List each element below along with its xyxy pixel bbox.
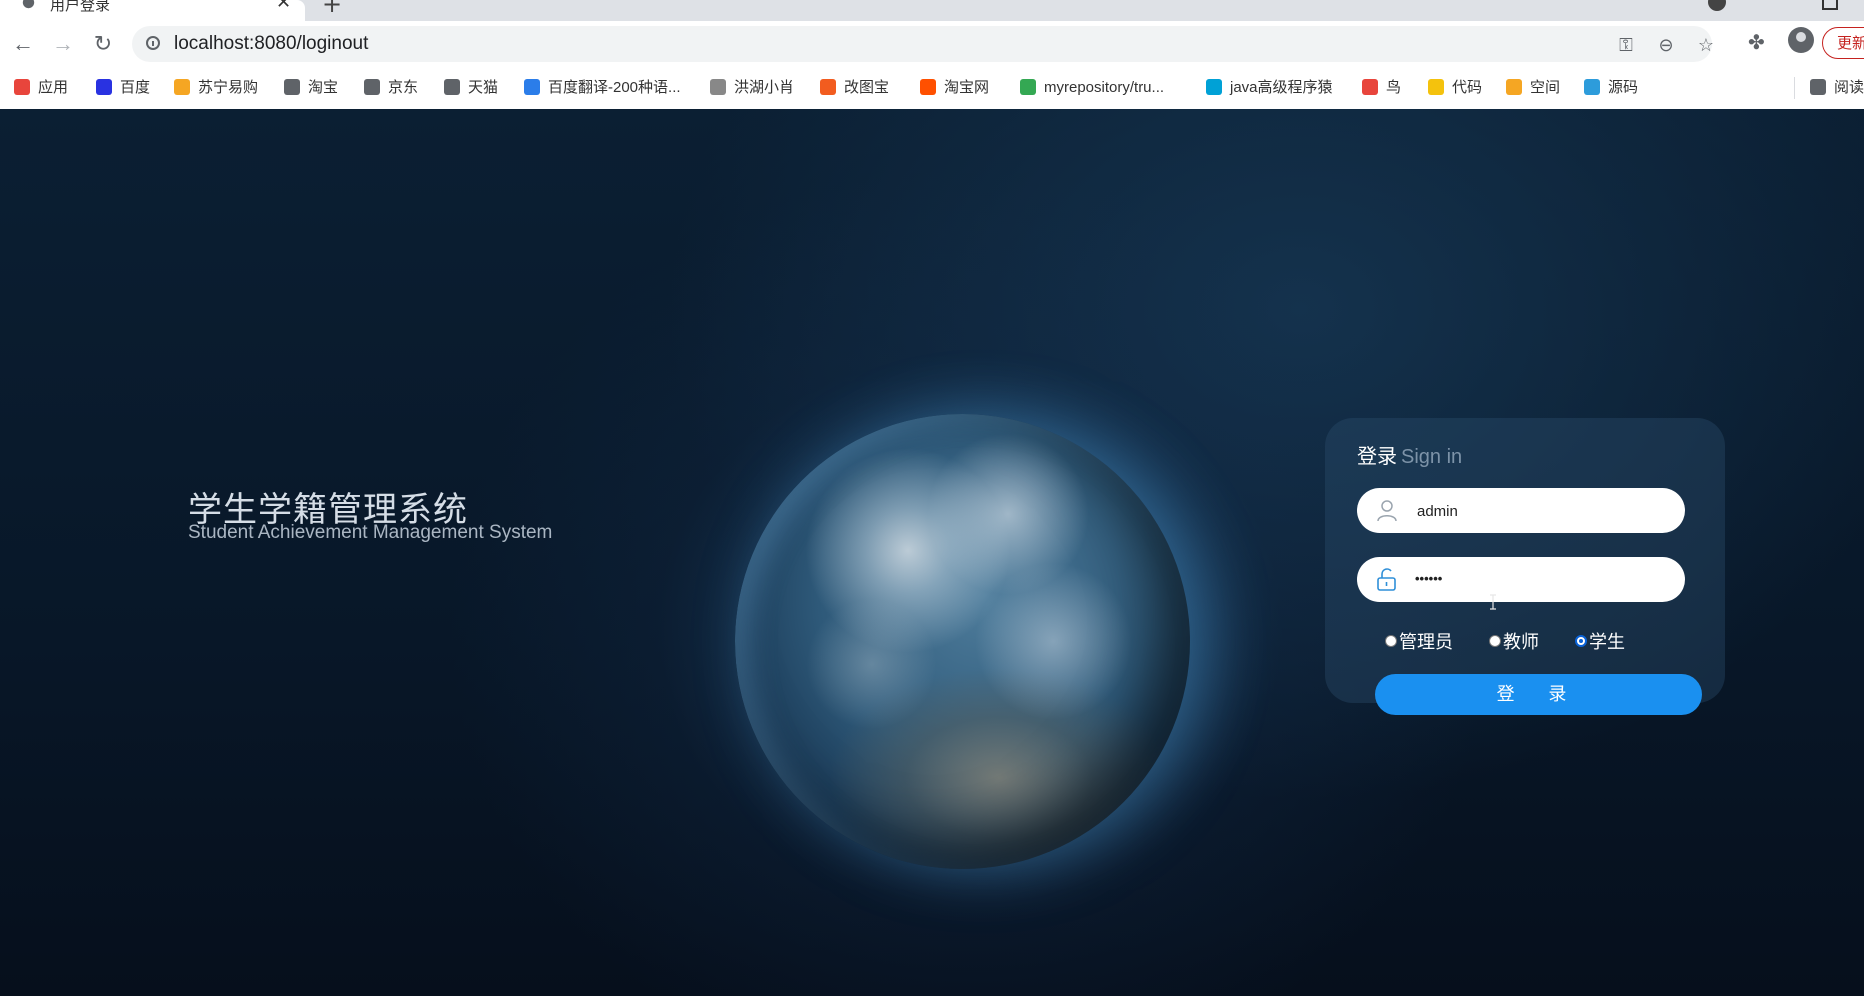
bookmark-taobao[interactable]: 淘宝	[284, 77, 338, 99]
login-button[interactable]: 登 录	[1375, 674, 1702, 715]
baidu-paw-icon	[96, 79, 112, 95]
browser-toolbar: ← → ↻ localhost:8080/loginout ⚿ ⊖ ☆ ✤ 更新	[0, 21, 1864, 67]
bookmark-jd[interactable]: 京东	[364, 77, 418, 99]
bookmark-taobao-net[interactable]: 淘宝网	[920, 77, 989, 99]
radio-teacher[interactable]	[1489, 635, 1501, 647]
lock-icon	[1377, 568, 1396, 591]
profile-avatar[interactable]	[1788, 27, 1814, 53]
bookmark-suning[interactable]: 苏宁易购	[174, 77, 258, 99]
bookmarks-bar: 应用 百度 苏宁易购 淘宝 京东 天猫 百度翻译-200种语... 洪湖小肖 改…	[0, 67, 1864, 110]
code-icon	[1428, 79, 1444, 95]
bookmark-bird[interactable]: 鸟	[1362, 77, 1401, 99]
new-tab-icon[interactable]: +	[322, 0, 342, 18]
chrome-icon	[1020, 79, 1036, 95]
reading-list[interactable]: 阅读	[1810, 77, 1864, 99]
password-input[interactable]: ••••••	[1415, 565, 1665, 593]
login-heading: 登录 Sign in	[1357, 444, 1463, 468]
browser-tab[interactable]: 用户登录 ✕	[0, 0, 305, 21]
apps-grid-icon	[14, 79, 30, 95]
bookmark-apps[interactable]: 应用	[14, 77, 68, 99]
bookmark-myrepository[interactable]: myrepository/tru...	[1020, 77, 1164, 99]
download-icon[interactable]	[1708, 0, 1726, 11]
login-panel: 登录Sign in •••••• 管理员 教师 学生	[1325, 418, 1725, 703]
user-icon	[1377, 500, 1397, 522]
role-teacher[interactable]: 教师	[1489, 628, 1539, 654]
globe-icon	[444, 79, 460, 95]
radio-student[interactable]	[1575, 635, 1587, 647]
username-field[interactable]	[1357, 488, 1685, 533]
restore-window-icon[interactable]	[1822, 0, 1838, 10]
docker-icon	[1584, 79, 1600, 95]
bookmark-java[interactable]: java高级程序猿	[1206, 77, 1333, 99]
text-cursor-icon	[1490, 594, 1496, 610]
system-subtitle: Student Achievement Management System	[188, 522, 553, 543]
globe-icon	[22, 0, 35, 9]
reload-icon[interactable]: ↻	[90, 31, 116, 57]
bird-icon	[1362, 79, 1378, 95]
update-button[interactable]: 更新	[1822, 27, 1864, 59]
bookmark-code[interactable]: 代码	[1428, 77, 1482, 99]
bookmark-separator	[1794, 77, 1795, 99]
role-student[interactable]: 学生	[1575, 628, 1625, 654]
username-input[interactable]	[1415, 496, 1669, 526]
site-info-icon[interactable]	[146, 36, 160, 50]
tab-strip: 用户登录 ✕ +	[0, 0, 1864, 21]
taobao-icon	[920, 79, 936, 95]
back-icon[interactable]: ←	[10, 31, 36, 57]
translate-icon	[524, 79, 540, 95]
bookmark-baidu-translate[interactable]: 百度翻译-200种语...	[524, 77, 681, 99]
suning-icon	[174, 79, 190, 95]
space-icon	[1506, 79, 1522, 95]
bookmark-tmall[interactable]: 天猫	[444, 77, 498, 99]
bookmark-honghu[interactable]: 洪湖小肖	[710, 77, 794, 99]
role-admin[interactable]: 管理员	[1385, 628, 1453, 654]
star-icon[interactable]: ☆	[1695, 34, 1717, 56]
bookmark-source[interactable]: 源码	[1584, 77, 1638, 99]
tab-title: 用户登录	[50, 0, 111, 14]
bookmark-baidu[interactable]: 百度	[96, 77, 150, 99]
forward-icon[interactable]: →	[50, 31, 76, 57]
globe-icon	[364, 79, 380, 95]
gaitubao-icon	[820, 79, 836, 95]
bilibili-icon	[1206, 79, 1222, 95]
url-text[interactable]: localhost:8080/loginout	[174, 33, 368, 55]
earth-image	[735, 414, 1190, 869]
bookmark-space[interactable]: 空间	[1506, 77, 1560, 99]
reading-list-icon	[1810, 79, 1826, 95]
extensions-icon[interactable]: ✤	[1748, 30, 1765, 55]
zoom-icon[interactable]: ⊖	[1655, 34, 1677, 56]
password-field[interactable]: ••••••	[1357, 557, 1685, 602]
key-icon[interactable]: ⚿	[1615, 34, 1637, 56]
bird-icon	[710, 79, 726, 95]
close-icon[interactable]: ✕	[276, 0, 291, 13]
bookmark-gaitubao[interactable]: 改图宝	[820, 77, 889, 99]
address-bar[interactable]: localhost:8080/loginout ⚿ ⊖ ☆	[132, 26, 1714, 62]
globe-icon	[284, 79, 300, 95]
radio-admin[interactable]	[1385, 635, 1397, 647]
